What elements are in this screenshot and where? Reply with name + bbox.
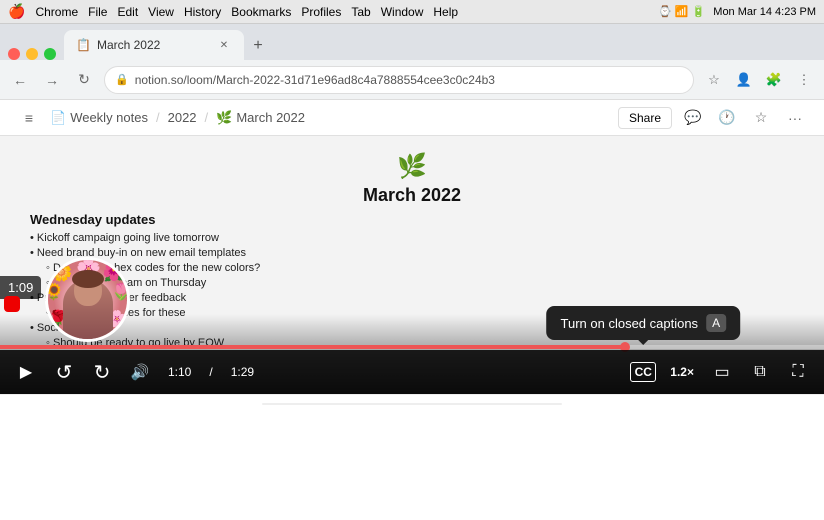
security-icon: 🔒 xyxy=(115,73,129,86)
cc-keyboard-shortcut: A xyxy=(706,314,726,332)
video-controls: ▶ ↺ ↻ 🔊 1:10 / 1:29 Turn on closed capti… xyxy=(0,350,824,394)
menu-bar-left: 🍎 Chrome File Edit View History Bookmark… xyxy=(8,3,458,20)
menubar-time: Mon Mar 14 4:23 PM xyxy=(713,6,816,18)
menu-help[interactable]: Help xyxy=(433,5,458,19)
flower-mid-right: 🌷 xyxy=(111,282,127,302)
bullet-3: Presentation on user feedback xyxy=(30,292,794,304)
rewind-button[interactable]: ↺ xyxy=(50,358,78,386)
person-hair xyxy=(72,270,104,288)
webcam-video: 🌸 🌼 🌺 🌻 🌷 🌹 🌸 xyxy=(48,260,127,339)
cc-tooltip: Turn on closed captions A xyxy=(547,306,741,340)
landscape-mode-button[interactable]: ▭ xyxy=(708,358,736,386)
breadcrumb-separator-1: / xyxy=(156,110,160,125)
menu-tab[interactable]: Tab xyxy=(351,5,370,19)
tab-bar: 📋 March 2022 ✕ + xyxy=(0,24,824,60)
progress-fill xyxy=(0,345,625,349)
pip-button[interactable]: ⧉ xyxy=(746,358,774,386)
page-bottom-area xyxy=(0,394,824,520)
url-bar[interactable]: 🔒 notion.so/loom/March-2022-31d71e96ad8c… xyxy=(104,66,694,94)
menu-window[interactable]: Window xyxy=(381,5,424,19)
menu-bar: 🍎 Chrome File Edit View History Bookmark… xyxy=(0,0,824,24)
cc-tooltip-text: Turn on closed captions xyxy=(561,316,699,331)
time-total: 1:29 xyxy=(231,365,254,379)
menu-edit[interactable]: Edit xyxy=(117,5,138,19)
more-options-button[interactable]: ··· xyxy=(782,105,808,131)
breadcrumb-weekly-notes[interactable]: 📄 Weekly notes xyxy=(50,110,148,126)
apple-menu[interactable]: 🍎 xyxy=(8,3,25,20)
time-current: 1:10 xyxy=(168,365,191,379)
flower-top-left: 🌼 xyxy=(50,262,72,283)
notion-nav-left: ≡ 📄 Weekly notes / 2022 / 🌿 March 2022 xyxy=(16,105,305,131)
forward-button[interactable]: ↻ xyxy=(88,358,116,386)
address-bar: ← → ↻ 🔒 notion.so/loom/March-2022-31d71e… xyxy=(0,60,824,100)
notion-nav-right: Share 💬 🕐 ☆ ··· xyxy=(618,105,808,131)
extensions-button[interactable]: 🧩 xyxy=(762,68,786,92)
flower-mid-left: 🌻 xyxy=(48,282,64,302)
recorded-page-title: March 2022 xyxy=(363,185,461,206)
breadcrumb-page-label: March 2022 xyxy=(236,110,305,125)
menu-chrome[interactable]: Chrome xyxy=(35,5,78,19)
menu-view[interactable]: View xyxy=(148,5,174,19)
minimize-window-button[interactable] xyxy=(26,48,38,60)
video-player[interactable]: 🌿 March 2022 Wednesday updates Kickoff c… xyxy=(0,136,824,394)
recorded-page-icon: 🌿 xyxy=(397,152,427,181)
notion-nav: ≡ 📄 Weekly notes / 2022 / 🌿 March 2022 S… xyxy=(0,100,824,136)
bullet-2-sub-2: Meeting with team on Thursday xyxy=(30,277,794,289)
share-button[interactable]: Share xyxy=(618,107,672,129)
speed-button[interactable]: 1.2× xyxy=(666,363,698,381)
breadcrumb-page-icon: 🌿 xyxy=(216,110,232,126)
bullet-1: Kickoff campaign going live tomorrow xyxy=(30,232,794,244)
cc-button[interactable]: CC xyxy=(630,362,656,382)
breadcrumb-page[interactable]: 🌿 March 2022 xyxy=(216,110,305,126)
tab-favicon: 📋 xyxy=(76,38,91,52)
bullet-2-sub-1: Do we have hex codes for the new colors? xyxy=(30,262,794,274)
bookmark-button[interactable]: ☆ xyxy=(702,68,726,92)
sidebar-toggle-button[interactable]: ≡ xyxy=(16,105,42,131)
flower-top-right: 🌺 xyxy=(103,262,125,283)
menu-bookmarks[interactable]: Bookmarks xyxy=(231,5,291,19)
tab-close-button[interactable]: ✕ xyxy=(216,37,232,53)
favorite-button[interactable]: ☆ xyxy=(748,105,774,131)
menu-bar-right: ⌚ 📶 🔋 Mon Mar 14 4:23 PM xyxy=(658,5,816,18)
fullscreen-button[interactable]: ⛶ xyxy=(784,358,812,386)
back-button[interactable]: ← xyxy=(8,68,32,92)
cc-button-wrapper: Turn on closed captions A CC xyxy=(630,362,656,382)
breadcrumb-year-label: 2022 xyxy=(168,110,197,125)
recording-indicator xyxy=(4,296,20,312)
maximize-window-button[interactable] xyxy=(44,48,56,60)
comments-button[interactable]: 💬 xyxy=(680,105,706,131)
menu-profiles[interactable]: Profiles xyxy=(301,5,341,19)
menubar-icons: ⌚ 📶 🔋 xyxy=(658,5,705,18)
close-window-button[interactable] xyxy=(8,48,20,60)
breadcrumb-weekly-notes-label: Weekly notes xyxy=(70,110,148,125)
volume-button[interactable]: 🔊 xyxy=(126,358,154,386)
menu-file[interactable]: File xyxy=(88,5,107,19)
breadcrumb-separator-2: / xyxy=(205,110,209,125)
progress-bar[interactable] xyxy=(0,345,824,349)
tab-title: March 2022 xyxy=(97,38,210,52)
play-pause-button[interactable]: ▶ xyxy=(12,358,40,386)
breadcrumb-year[interactable]: 2022 xyxy=(168,110,197,125)
more-button[interactable]: ⋮ xyxy=(792,68,816,92)
url-actions: ☆ 👤 🧩 ⋮ xyxy=(702,68,816,92)
webcam-bubble: 🌸 🌼 🌺 🌻 🌷 🌹 🌸 xyxy=(45,257,130,342)
time-separator: / xyxy=(209,365,212,379)
new-tab-button[interactable]: + xyxy=(244,32,272,60)
active-tab[interactable]: 📋 March 2022 ✕ xyxy=(64,30,244,60)
traffic-lights xyxy=(8,48,56,60)
refresh-button[interactable]: ↻ xyxy=(72,68,96,92)
forward-button[interactable]: → xyxy=(40,68,64,92)
page-divider xyxy=(262,403,562,405)
bullet-2: Need brand buy-in on new email templates xyxy=(30,247,794,259)
history-button[interactable]: 🕐 xyxy=(714,105,740,131)
recorded-section-title: Wednesday updates xyxy=(30,212,155,227)
breadcrumb-weekly-notes-icon: 📄 xyxy=(50,110,66,126)
profile-button[interactable]: 👤 xyxy=(732,68,756,92)
menu-history[interactable]: History xyxy=(184,5,221,19)
url-text: notion.so/loom/March-2022-31d71e96ad8c4a… xyxy=(135,73,495,87)
